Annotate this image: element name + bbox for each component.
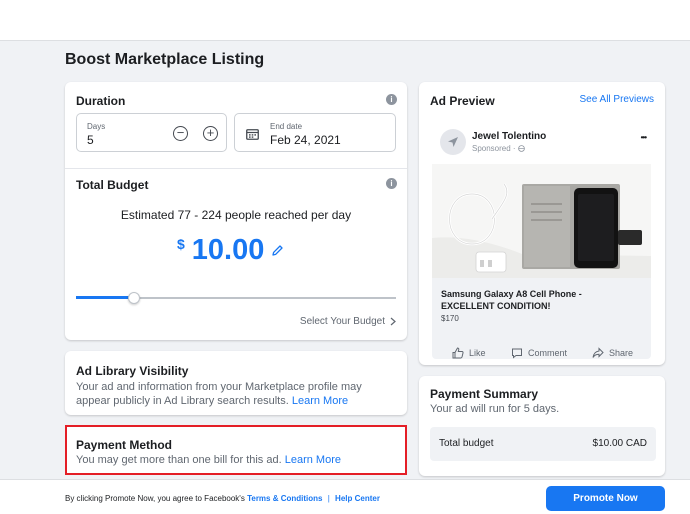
page-name[interactable]: Jewel Tolentino [472,131,546,142]
decrease-days-button[interactable]: − [173,126,188,141]
total-budget-label: Total budget [439,438,494,449]
end-date-field[interactable]: End date Feb 24, 2021 [234,113,396,152]
comment-label: Comment [528,348,568,358]
payment-summary-card: Payment Summary Your ad will run for 5 d… [419,376,665,476]
footer-bar: By clicking Promote Now, you agree to Fa… [0,479,690,514]
like-button[interactable]: Like [452,347,486,359]
duration-title: Duration [76,94,126,108]
end-date-label: End date [270,122,303,131]
budget-amount-row: $ 10.00 [177,232,284,268]
navigation-arrow-icon [448,137,458,147]
share-label: Share [609,348,634,358]
sponsored-label: Sponsored · [472,144,516,153]
pencil-edit-icon[interactable] [271,244,284,257]
increase-days-button[interactable]: + [203,126,218,141]
budget-info-icon[interactable]: i [386,178,397,189]
thumbs-up-icon [452,347,464,359]
days-value: 5 [87,133,94,147]
top-bar [0,0,690,41]
help-center-link[interactable]: Help Center [335,494,380,503]
share-icon [592,347,604,358]
reach-estimate: Estimated 77 - 224 people reached per da… [120,208,352,222]
terms-text: By clicking Promote Now, you agree to Fa… [65,494,380,503]
payment-method-card[interactable]: Payment Method You may get more than one… [65,425,407,475]
terms-conditions-link[interactable]: Terms & Conditions [247,494,322,503]
chevron-right-icon [390,317,396,326]
listing-title: Samsung Galaxy A8 Cell Phone - EXCELLENT… [441,289,582,311]
budget-amount[interactable]: 10.00 [192,232,265,268]
ad-library-card: Ad Library Visibility Your ad and inform… [65,351,407,415]
payment-method-learn-more[interactable]: Learn More [285,454,341,466]
days-field[interactable]: Days 5 − + [76,113,227,152]
payment-summary-title: Payment Summary [430,387,539,401]
payment-method-title: Payment Method [76,438,173,452]
footer-separator: | [327,494,330,503]
payment-method-text: You may get more than one bill for this … [76,454,282,466]
ad-library-description: Your ad and information from your Market… [76,380,398,408]
currency-symbol: $ [177,236,185,252]
promote-now-button[interactable]: Promote Now [546,486,665,511]
select-budget-link[interactable]: Select Your Budget [300,316,396,327]
page-title: Boost Marketplace Listing [65,51,265,68]
ad-preview-title: Ad Preview [430,94,495,108]
sponsored-row: Sponsored · [472,144,525,153]
duration-budget-card: Duration i Days 5 − + End date Feb 24, 2… [65,82,407,340]
ad-library-title: Ad Library Visibility [76,364,189,378]
calendar-icon [246,129,259,140]
slider-fill [76,296,134,299]
avatar [440,129,466,155]
select-budget-label: Select Your Budget [299,316,385,327]
listing-price: $170 [441,314,459,323]
slider-handle[interactable] [127,292,140,304]
total-budget-value: $10.00 CAD [592,438,647,449]
payment-method-description: You may get more than one bill for this … [76,454,341,466]
terms-prefix: By clicking Promote Now, you agree to Fa… [65,494,245,503]
globe-icon [517,145,525,152]
payment-summary-subtitle: Your ad will run for 5 days. [430,403,560,415]
more-options-icon[interactable]: ••• [641,133,647,142]
like-label: Like [469,348,486,358]
product-image: Samsung Galaxy A8 Cell Phone - EXCELLENT… [432,164,651,359]
ad-library-learn-more[interactable]: Learn More [292,395,348,407]
comment-button[interactable]: Comment [511,347,567,359]
see-all-previews-link[interactable]: See All Previews [580,94,654,105]
ad-preview-card: Ad Preview See All Previews Jewel Tolent… [419,82,665,365]
days-label: Days [87,122,106,131]
duration-divider [65,168,407,169]
phone-photo [432,164,651,278]
duration-info-icon[interactable]: i [386,94,397,105]
share-button[interactable]: Share [592,347,633,359]
total-budget-row: Total budget $10.00 CAD [430,427,656,461]
budget-slider[interactable] [76,292,396,304]
comment-icon [512,348,522,359]
budget-title: Total Budget [76,178,149,192]
end-date-value: Feb 24, 2021 [270,133,341,147]
